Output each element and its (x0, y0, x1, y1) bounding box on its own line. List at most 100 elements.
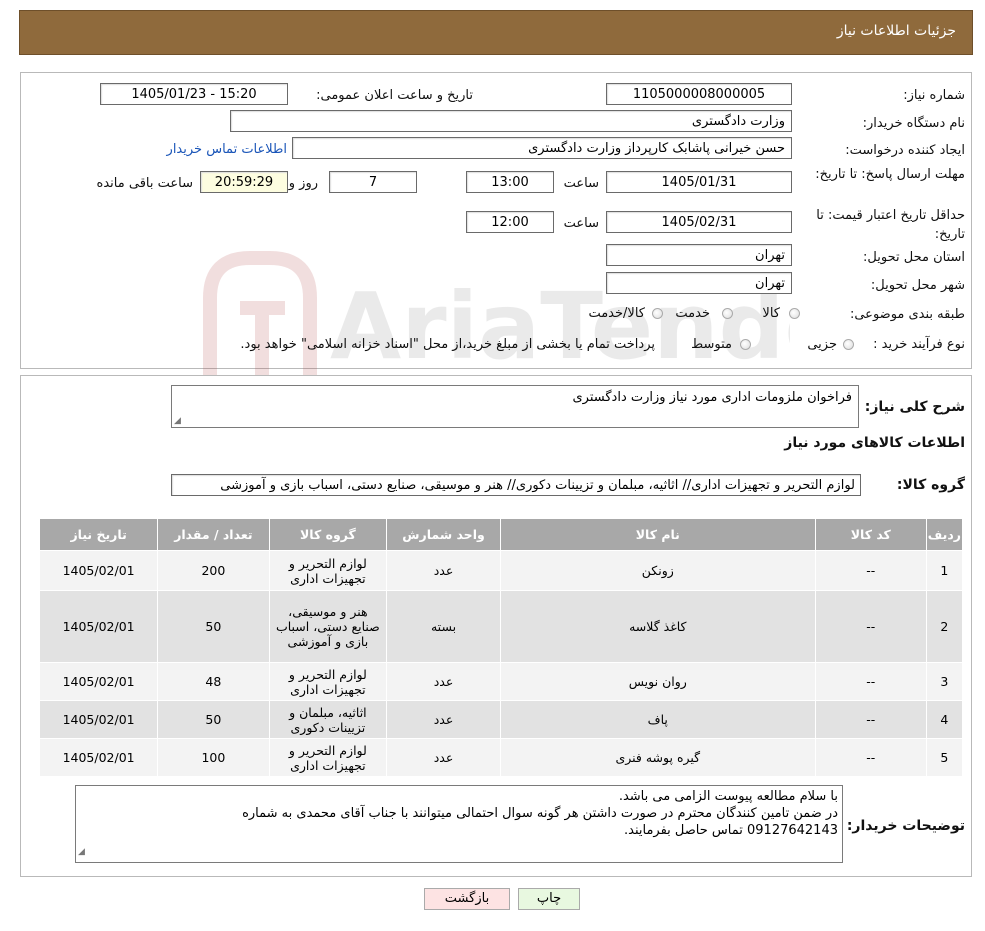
back-button[interactable]: بازگشت (424, 888, 510, 910)
buyer-field: وزارت دادگستری (230, 110, 792, 132)
cell-quantity: 200 (157, 550, 270, 591)
col-quantity: تعداد / مقدار (157, 518, 270, 551)
deadline-time-field: 13:00 (466, 171, 554, 193)
buyer-notes-label: توضیحات خریدار: (846, 818, 965, 834)
need-number-label: شماره نیاز: (903, 88, 965, 103)
page-title: جزئیات اطلاعات نیاز (836, 23, 956, 39)
description-label: شرح کلی نیاز: (864, 399, 965, 415)
col-group: گروه کالا (268, 518, 388, 551)
category-radio-goods-service[interactable] (652, 308, 663, 319)
cell-row: 5 (925, 738, 964, 777)
col-unit: واحد شمارش (386, 518, 501, 551)
cell-row: 3 (925, 662, 964, 701)
cell-name: زونکن (499, 550, 816, 591)
city-label: شهر محل تحویل: (870, 278, 965, 293)
cell-date: 1405/02/01 (38, 738, 159, 777)
col-name: نام کالا (499, 518, 816, 551)
cell-group: لوازم التحریر و تجهیزات اداری (268, 550, 388, 591)
buyer-contact-link[interactable]: اطلاعات تماس خریدار (167, 142, 287, 157)
cell-row: 4 (925, 700, 964, 739)
process-label: نوع فرآیند خرید : (873, 337, 965, 352)
cell-date: 1405/02/01 (38, 700, 159, 739)
remaining-time-field: 20:59:29 (200, 171, 288, 193)
requester-label: ایجاد کننده درخواست: (845, 143, 965, 158)
remaining-label: ساعت باقی مانده (96, 176, 193, 191)
goods-group-label: گروه کالا: (896, 477, 965, 493)
deadline-time-label: ساعت (563, 176, 599, 191)
category-label: طبقه بندی موضوعی: (849, 307, 965, 322)
validity-label: حداقل تاریخ اعتبار قیمت: تا تاریخ: (816, 208, 965, 242)
page-header: جزئیات اطلاعات نیاز (19, 10, 973, 55)
cell-code: -- (814, 662, 927, 701)
cell-unit: بسته (386, 590, 501, 663)
process-radio-medium[interactable] (740, 339, 751, 350)
col-date: تاریخ نیاز (38, 518, 159, 551)
buyer-notes-line-1: با سلام مطالعه پیوست الزامی می باشد. (618, 789, 838, 804)
description-text: فراخوان ملزومات اداری مورد نیاز وزارت دا… (572, 390, 852, 405)
table-row: 4 -- پاف عدد اثاثیه، مبلمان و تزیینات دک… (38, 700, 964, 739)
print-button[interactable]: چاپ (518, 888, 580, 910)
cell-row: 2 (925, 590, 964, 663)
table-header-row: ردیف کد کالا نام کالا واحد شمارش گروه کا… (38, 518, 964, 551)
category-radio-goods[interactable] (789, 308, 800, 319)
resize-grip-icon[interactable]: ◢ (78, 844, 85, 861)
resize-grip-icon[interactable]: ◢ (174, 416, 181, 426)
deadline-label: مهلت ارسال پاسخ: تا تاریخ: (815, 167, 965, 182)
days-label: روز و (288, 176, 318, 191)
validity-time-label: ساعت (563, 216, 599, 231)
province-label: استان محل تحویل: (863, 250, 965, 265)
cell-group: اثاثیه، مبلمان و تزیینات دکوری (268, 700, 388, 739)
cell-quantity: 48 (157, 662, 270, 701)
deadline-date-field: 1405/01/31 (606, 171, 792, 193)
description-textarea[interactable]: فراخوان ملزومات اداری مورد نیاز وزارت دا… (171, 385, 859, 428)
goods-group-field: لوازم التحریر و تجهیزات اداری// اثاثیه، … (171, 474, 861, 496)
cell-name: گیره پوشه فنری (499, 738, 816, 777)
goods-table: ردیف کد کالا نام کالا واحد شمارش گروه کا… (38, 518, 964, 777)
cell-date: 1405/02/01 (38, 550, 159, 591)
cell-quantity: 50 (157, 590, 270, 663)
days-field: 7 (329, 171, 417, 193)
category-option-service: خدمت (675, 306, 710, 321)
cell-name: پاف (499, 700, 816, 739)
announce-field: 1405/01/23 - 15:20 (100, 83, 288, 105)
cell-code: -- (814, 550, 927, 591)
process-note: پرداخت تمام یا بخشی از مبلغ خرید،از محل … (240, 337, 655, 352)
buyer-label: نام دستگاه خریدار: (862, 116, 965, 131)
cell-name: کاغذ گلاسه (499, 590, 816, 663)
validity-date-field: 1405/02/31 (606, 211, 792, 233)
col-row: ردیف (925, 518, 964, 551)
cell-unit: عدد (386, 550, 501, 591)
cell-date: 1405/02/01 (38, 662, 159, 701)
cell-date: 1405/02/01 (38, 590, 159, 663)
table-row: 1 -- زونکن عدد لوازم التحریر و تجهیزات ا… (38, 550, 964, 591)
buyer-notes-line-2: در ضمن تامین کنندگان محترم در صورت داشتن… (242, 806, 838, 821)
buyer-notes-textarea[interactable]: با سلام مطالعه پیوست الزامی می باشد. در … (75, 785, 843, 863)
cell-code: -- (814, 738, 927, 777)
need-number-field: 1105000008000005 (606, 83, 792, 105)
announce-label: تاریخ و ساعت اعلان عمومی: (316, 88, 473, 103)
category-radio-service[interactable] (722, 308, 733, 319)
province-field: تهران (606, 244, 792, 266)
table-row: 5 -- گیره پوشه فنری عدد لوازم التحریر و … (38, 738, 964, 777)
process-radio-minor[interactable] (843, 339, 854, 350)
process-option-minor: جزیی (807, 337, 837, 352)
cell-name: روان نویس (499, 662, 816, 701)
cell-unit: عدد (386, 662, 501, 701)
cell-code: -- (814, 590, 927, 663)
city-field: تهران (606, 272, 792, 294)
cell-unit: عدد (386, 738, 501, 777)
cell-group: هنر و موسیقی، صنایع دستی، اسباب بازی و آ… (268, 590, 388, 663)
col-code: کد کالا (814, 518, 927, 551)
table-row: 2 -- کاغذ گلاسه بسته هنر و موسیقی، صنایع… (38, 590, 964, 663)
cell-group: لوازم التحریر و تجهیزات اداری (268, 662, 388, 701)
cell-code: -- (814, 700, 927, 739)
cell-unit: عدد (386, 700, 501, 739)
goods-info-title: اطلاعات کالاهای مورد نیاز (784, 435, 965, 451)
buyer-notes-line-3: 09127642143 تماس حاصل بفرمایند. (623, 823, 838, 838)
category-option-goods: کالا (762, 306, 780, 321)
category-option-goods-service: کالا/خدمت (588, 306, 645, 321)
cell-row: 1 (925, 550, 964, 591)
process-option-medium: متوسط (691, 337, 732, 352)
validity-time-field: 12:00 (466, 211, 554, 233)
requester-field: حسن خیرانی پاشابک کارپرداز وزارت دادگستر… (292, 137, 792, 159)
